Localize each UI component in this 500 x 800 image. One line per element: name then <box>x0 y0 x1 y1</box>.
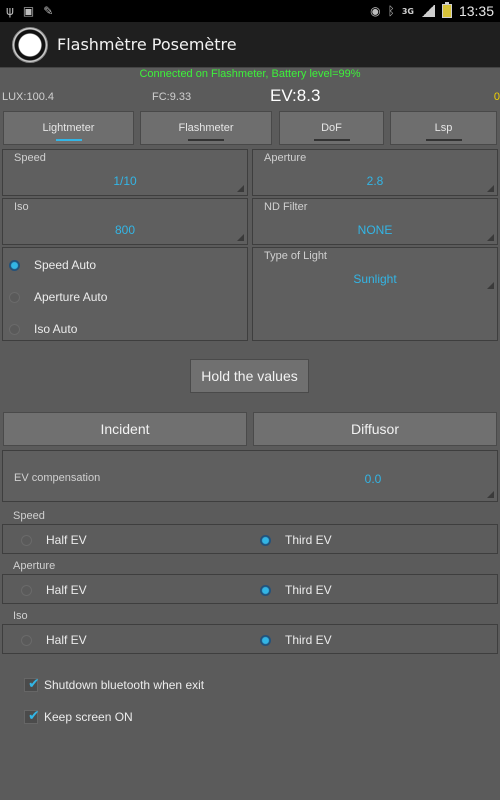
mode-tabs: Lightmeter Flashmeter DoF Lsp <box>0 111 500 147</box>
nd-filter-value: NONE <box>357 223 393 237</box>
speed-step-label: Speed <box>13 510 45 522</box>
checkbox[interactable]: ✔ <box>24 676 40 692</box>
tab-lightmeter[interactable]: Lightmeter <box>3 111 134 145</box>
status-bar: ψ ▣ ✎ ◉ ᛒ 3G 13:35 <box>0 0 500 22</box>
speed-value: 1/10 <box>113 174 137 188</box>
radio-iso-half-ev[interactable]: Half EV <box>21 633 87 647</box>
pen-icon: ✎ <box>43 4 54 18</box>
radio-aperture-half-ev[interactable]: Half EV <box>21 583 87 597</box>
app-logo-icon[interactable] <box>12 26 48 63</box>
radio-aperture-third-ev[interactable]: Third EV <box>260 583 332 597</box>
dropdown-corner-icon <box>487 185 494 192</box>
app-title: Flashmètre Posemètre <box>57 35 237 54</box>
ev-reading: EV:8.3 <box>270 86 321 105</box>
radio-speed-auto[interactable]: Speed Auto <box>9 258 96 272</box>
keep-screen-on-checkbox-row[interactable]: ✔ Keep screen ON <box>24 708 133 724</box>
readings-bar: LUX:100.4 FC:9.33 EV:8.3 0 <box>0 86 500 108</box>
radio-speed-third-ev[interactable]: Third EV <box>260 533 332 547</box>
3g-icon: 3G <box>401 6 414 16</box>
radio-button[interactable] <box>9 291 20 303</box>
iso-spinner[interactable]: Iso 800 <box>2 198 248 245</box>
diffusor-button[interactable]: Diffusor <box>253 412 497 446</box>
type-of-light-group: Type of Light Sunlight <box>252 247 498 341</box>
incident-button[interactable]: Incident <box>3 412 247 446</box>
usb-icon: ψ <box>6 4 14 18</box>
shutdown-bluetooth-checkbox-row[interactable]: ✔ Shutdown bluetooth when exit <box>24 676 204 692</box>
checkmark-icon: ✔ <box>28 676 40 692</box>
radio-iso-auto[interactable]: Iso Auto <box>9 322 77 336</box>
radio-button[interactable] <box>21 584 32 596</box>
lux-reading: LUX:100.4 <box>2 91 54 103</box>
checkbox[interactable]: ✔ <box>24 708 40 724</box>
radio-button[interactable] <box>260 584 271 596</box>
dropdown-corner-icon <box>237 185 244 192</box>
ev-compensation-value: 0.0 <box>364 472 382 486</box>
speed-spinner[interactable]: Speed 1/10 <box>2 149 248 196</box>
iso-step-group: Half EV Third EV <box>2 624 498 654</box>
ev-compensation-row[interactable]: EV compensation 0.0 <box>2 450 498 502</box>
dropdown-corner-icon <box>487 282 494 289</box>
iso-step-label: Iso <box>13 610 28 622</box>
tab-flashmeter[interactable]: Flashmeter <box>140 111 272 145</box>
battery-icon <box>441 2 452 18</box>
tab-lsp[interactable]: Lsp <box>390 111 497 145</box>
dropdown-corner-icon <box>487 234 494 241</box>
aperture-value: 2.8 <box>366 174 384 188</box>
radio-button[interactable] <box>9 259 20 271</box>
aperture-spinner[interactable]: Aperture 2.8 <box>252 149 498 196</box>
iso-value: 800 <box>114 223 136 237</box>
aperture-step-group: Half EV Third EV <box>2 574 498 604</box>
clock: 13:35 <box>458 3 494 19</box>
auto-mode-group: Speed Auto Aperture Auto Iso Auto <box>2 247 248 341</box>
signal-icon <box>420 5 435 17</box>
radio-button[interactable] <box>260 634 271 646</box>
speed-step-group: Half EV Third EV <box>2 524 498 554</box>
radio-speed-half-ev[interactable]: Half EV <box>21 533 87 547</box>
edge-value: 0 <box>493 91 500 103</box>
fc-reading: FC:9.33 <box>152 91 192 103</box>
aperture-step-label: Aperture <box>13 560 56 572</box>
radio-button[interactable] <box>9 323 20 335</box>
radio-button[interactable] <box>260 534 271 546</box>
bluetooth-icon: ᛒ <box>387 4 395 18</box>
checkmark-icon: ✔ <box>28 708 40 724</box>
eye-icon: ◉ <box>370 4 381 18</box>
radio-button[interactable] <box>21 634 32 646</box>
radio-iso-third-ev[interactable]: Third EV <box>260 633 332 647</box>
radio-button[interactable] <box>21 534 32 546</box>
connection-status: Connected on Flashmeter, Battery level=9… <box>139 68 361 80</box>
tab-dof[interactable]: DoF <box>279 111 384 145</box>
dropdown-corner-icon <box>487 491 494 498</box>
type-of-light-value: Sunlight <box>353 272 397 286</box>
type-of-light-spinner[interactable]: Sunlight <box>253 268 497 292</box>
image-icon: ▣ <box>22 4 35 18</box>
hold-values-button[interactable]: Hold the values <box>190 359 309 393</box>
dropdown-corner-icon <box>237 234 244 241</box>
action-bar: Flashmètre Posemètre <box>0 22 500 68</box>
radio-aperture-auto[interactable]: Aperture Auto <box>9 290 107 304</box>
nd-filter-spinner[interactable]: ND Filter NONE <box>252 198 498 245</box>
